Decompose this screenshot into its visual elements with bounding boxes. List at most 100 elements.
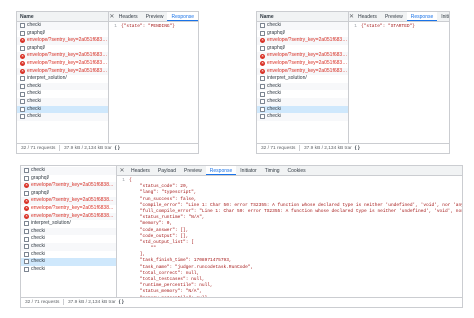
request-row[interactable]: check/ [17,97,108,106]
request-row[interactable]: check/ [257,82,348,91]
request-row[interactable]: check/ [17,22,108,30]
request-row[interactable]: × envelope/?sentry_key=2a051f6838... [17,52,108,60]
tab-headers[interactable]: Headers [115,12,142,21]
request-row[interactable]: × envelope/?sentry_key=2a051f6838... [17,67,108,76]
request-name: envelope/?sentry_key=2a051f6838... [267,59,348,66]
request-row[interactable]: interpret_solution/ [21,220,116,228]
error-icon: × [24,183,29,189]
request-name: interpret_solution/ [267,75,307,82]
tab-timing[interactable]: Timing [261,166,284,175]
request-row[interactable]: × envelope/?sentry_key=2a051f6838... [257,67,348,76]
request-row[interactable]: check/ [21,227,116,236]
request-row[interactable]: check/ [257,22,348,30]
status-bar: 32 / 71 requests 37.9 kB / 2,134 kB trar{… [17,143,198,153]
document-icon [24,259,29,265]
document-icon [24,236,29,242]
error-icon: × [20,61,25,67]
request-items: check/graphql/× envelope/?sentry_key=2a05… [21,166,116,273]
detail-tabs: ✕ Headers Preview Response [109,12,198,22]
detail-pane: ✕ Headers Payload Preview Response Initi… [117,166,462,307]
request-row[interactable]: check/ [17,113,108,121]
tab-headers[interactable]: Headers [127,166,154,175]
request-row[interactable]: interpret_solution/ [257,75,348,83]
transferred-size: 37.9 kB / 2,134 kB trar [68,300,116,305]
request-row[interactable]: check/ [257,113,348,121]
document-icon [260,106,265,112]
name-column-header[interactable]: Name [257,12,348,22]
tab-initiator[interactable]: Initiator [236,166,260,175]
tab-response[interactable]: Response [205,166,237,175]
tab-preview[interactable]: Preview [381,12,407,21]
request-name: envelope/?sentry_key=2a051f6838... [267,67,348,74]
tab-initiator[interactable]: Initiato [437,12,449,21]
document-icon [24,168,29,174]
request-name: graphql/ [31,189,50,196]
request-row[interactable]: graphql/ [257,30,348,38]
document-icon [260,23,265,29]
request-row[interactable]: check/ [17,90,108,98]
request-row[interactable]: × envelope/?sentry_key=2a051f6838... [21,205,116,213]
request-row[interactable]: check/ [21,266,116,274]
request-row[interactable]: graphql/ [17,30,108,38]
request-name: envelope/?sentry_key=2a051f6838... [27,67,108,74]
request-row[interactable]: check/ [17,105,108,114]
request-name: envelope/?sentry_key=2a051f6838... [31,204,114,211]
request-row[interactable]: graphql/ [17,45,108,53]
document-icon [20,106,25,112]
request-name: graphql/ [27,29,46,36]
divider [299,144,300,151]
request-row[interactable]: graphql/ [257,45,348,53]
tab-headers[interactable]: Headers [354,12,381,21]
request-name: interpret_solution/ [27,75,67,82]
name-column-header[interactable]: Name [17,12,108,22]
document-icon [20,91,25,97]
request-name: envelope/?sentry_key=2a051f6838... [267,52,348,59]
tab-preview[interactable]: Preview [180,166,206,175]
divider [63,298,64,305]
tab-preview[interactable]: Preview [142,12,168,21]
request-row[interactable]: check/ [21,251,116,259]
request-row[interactable]: × envelope/?sentry_key=2a051f6838... [17,60,108,68]
request-row[interactable]: × envelope/?sentry_key=2a051f6838... [257,52,348,60]
request-row[interactable]: check/ [257,105,348,114]
request-name: check/ [27,105,42,112]
error-icon: × [260,68,265,74]
pretty-print-icon[interactable]: { } [355,146,360,151]
request-row[interactable]: check/ [21,242,116,251]
close-icon[interactable]: ✕ [117,166,127,175]
devtools-panel-top-right: Name check/graphql/× envelope/?sentry_key… [256,11,450,154]
request-name: graphql/ [267,44,286,51]
request-name: graphql/ [31,174,50,181]
request-row[interactable]: check/ [17,82,108,91]
request-row[interactable]: check/ [257,90,348,98]
request-row[interactable]: × envelope/?sentry_key=2a051f6838... [257,60,348,68]
request-row[interactable]: check/ [257,97,348,106]
request-row[interactable]: × envelope/?sentry_key=2a051f6838... [21,182,116,190]
request-row[interactable]: graphql/ [21,190,116,198]
request-row[interactable]: interpret_solution/ [17,75,108,83]
tab-payload[interactable]: Payload [154,166,180,175]
document-icon [24,244,29,250]
tab-response[interactable]: Response [167,12,198,21]
document-icon [260,91,265,97]
request-name: check/ [31,242,46,249]
request-list: check/graphql/× envelope/?sentry_key=2a05… [21,166,117,307]
document-icon [24,221,29,227]
document-icon [260,46,265,52]
pretty-print-icon[interactable]: { } [115,146,120,151]
error-icon: × [20,68,25,74]
request-row[interactable]: × envelope/?sentry_key=2a051f6838... [257,37,348,45]
pretty-print-icon[interactable]: { } [119,300,124,305]
request-row[interactable]: check/ [21,167,116,175]
request-row[interactable]: graphql/ [21,175,116,183]
transferred-size: 37.9 kB / 2,134 kB trar [304,146,352,151]
request-row[interactable]: × envelope/?sentry_key=2a051f6838... [21,197,116,205]
response-body: 1 {"state": "STARTED"} [349,22,449,30]
request-list: Name check/graphql/× envelope/?sentry_key… [17,12,109,153]
request-row[interactable]: check/ [21,235,116,243]
tab-response[interactable]: Response [406,12,438,21]
request-row[interactable]: × envelope/?sentry_key=2a051f6838... [21,212,116,221]
tab-cookies[interactable]: Cookies [284,166,310,175]
request-row[interactable]: check/ [21,258,116,266]
request-row[interactable]: × envelope/?sentry_key=2a051f6838... [17,37,108,45]
